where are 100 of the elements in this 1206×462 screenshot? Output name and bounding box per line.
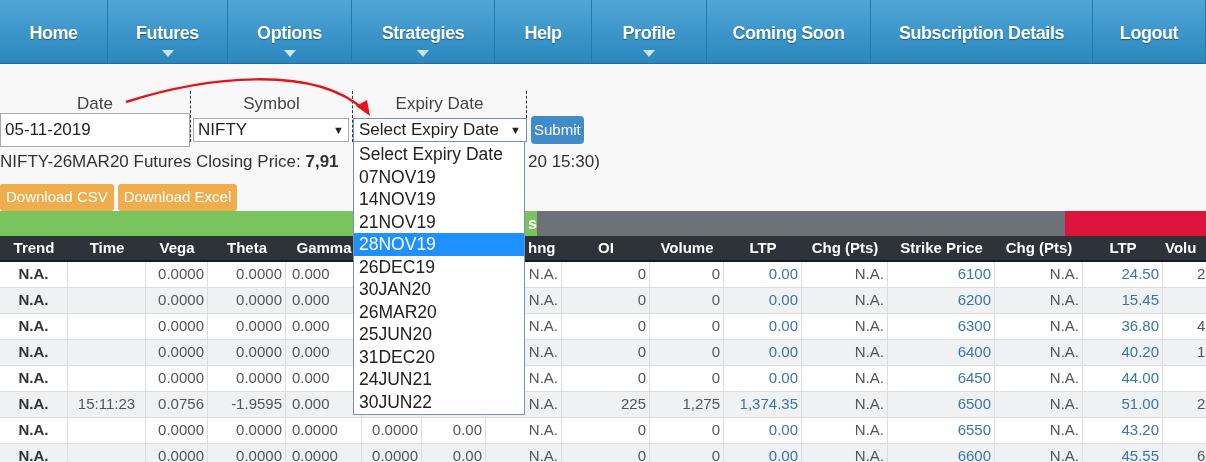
table-cell[interactable]: 6600 [891, 445, 991, 462]
dropdown-option[interactable]: Select Expiry Date [354, 143, 524, 166]
table-cell-text: N.A. [853, 316, 884, 337]
column-header: Gamma [296, 237, 352, 258]
table-cell-text: 0.0000 [235, 316, 282, 337]
table-cell[interactable]: 40.20 [1086, 341, 1159, 364]
table-cell-text: 0.0000 [157, 316, 204, 337]
table-cell-text: 0 [710, 290, 720, 311]
date-field[interactable]: 05-11-2019 [0, 113, 190, 147]
table-cell-text: N.A. [1048, 290, 1079, 311]
table-cell[interactable]: 6400 [891, 341, 991, 364]
table-cell-text: 0.0000 [292, 420, 339, 441]
dropdown-option[interactable]: 26DEC19 [354, 255, 524, 278]
table-cell-text: 0.0000 [157, 446, 204, 462]
table-cell[interactable]: 6200 [891, 289, 991, 312]
table-cell[interactable]: 51.00 [1086, 393, 1159, 416]
table-cell-text: N.A. [853, 446, 884, 462]
caret-icon [417, 50, 429, 57]
symbol-select[interactable]: NIFTY ▼ [193, 118, 349, 142]
table-cell-text: 0 [636, 290, 646, 311]
column-header: Vega [159, 237, 195, 258]
column-header: Chg (Pts) [1005, 237, 1073, 258]
table-cell-text: 0.000 [292, 290, 331, 311]
table-cell-text: 0.0000 [371, 420, 418, 441]
closing-price-text: NIFTY-26MAR20 Futures Closing Price: 7,91 [0, 152, 339, 171]
table-cell-text: 0 [710, 420, 720, 441]
table-cell[interactable]: 36.80 [1086, 315, 1159, 338]
table-cell[interactable]: 43.20 [1086, 419, 1159, 442]
table-cell-text: 0.000 [292, 368, 331, 389]
dropdown-option[interactable]: 30JUN22 [354, 390, 524, 413]
table-cell[interactable]: 1,374.35 [727, 393, 798, 416]
column-header: Volu [1165, 237, 1197, 258]
table-cell[interactable]: 15.45 [1086, 289, 1159, 312]
nav-item[interactable]: Futures [108, 0, 228, 63]
table-cell[interactable]: 6100 [891, 263, 991, 286]
column-header: hng [528, 237, 556, 258]
table-cell-text: 0 [710, 316, 720, 337]
caret-icon [643, 50, 655, 57]
submit-button[interactable]: Submit [531, 116, 584, 144]
nav-item[interactable]: Options [228, 0, 352, 63]
dropdown-option[interactable]: 24JUN21 [354, 368, 524, 391]
table-cell-text: 0.0000 [157, 368, 204, 389]
dropdown-option[interactable]: 14NOV19 [354, 188, 524, 211]
table-cell-text: N.A. [17, 316, 50, 337]
table-cell[interactable]: 0.00 [727, 341, 798, 364]
caret-icon [161, 50, 174, 57]
column-header: Volume [660, 237, 714, 258]
nav-item[interactable]: Coming Soon [707, 0, 871, 63]
table-cell[interactable]: 44.00 [1086, 367, 1159, 390]
table-cell-text: N.A. [1048, 394, 1079, 415]
dropdown-option[interactable]: 25JUN20 [354, 323, 524, 346]
table-cell[interactable]: 0.00 [727, 367, 798, 390]
table-cell-text: N.A. [853, 420, 884, 441]
field-label: Expiry Date [394, 93, 485, 113]
nav-item[interactable]: Logout [1093, 0, 1206, 63]
table-cell-text: 0.0000 [235, 368, 282, 389]
table-cell-text: 0.0756 [157, 394, 204, 415]
table-cell[interactable]: 0.00 [727, 263, 798, 286]
table-cell[interactable]: 0.00 [727, 315, 798, 338]
table-cell-text: N.A. [17, 446, 50, 462]
nav-item[interactable]: Strategies [352, 0, 495, 63]
table-cell-text: 0.0000 [157, 420, 204, 441]
dropdown-option[interactable]: 07NOV19 [354, 165, 524, 188]
dropdown-option[interactable]: 26MAR20 [354, 300, 524, 323]
nav-item[interactable]: Home [0, 0, 108, 63]
table-cell-text: 1 [1197, 342, 1206, 363]
column-header: Time [89, 237, 125, 258]
dropdown-option[interactable]: 28NOV19 [354, 233, 524, 256]
table-cell[interactable]: 0.00 [727, 419, 798, 442]
table-cell-text: 0.0000 [235, 264, 282, 285]
table-cell-text: 0 [636, 420, 646, 441]
column-header: Theta [227, 237, 267, 258]
table-cell-text: 0 [636, 316, 646, 337]
table-cell-text: N.A. [1048, 420, 1079, 441]
table-cell-text: 0.000 [292, 342, 331, 363]
nav-item[interactable]: Profile [592, 0, 707, 63]
table-cell[interactable]: 6300 [891, 315, 991, 338]
table-cell[interactable]: 24.50 [1086, 263, 1159, 286]
column-header: OI [598, 237, 614, 258]
table-cell[interactable]: 6450 [891, 367, 991, 390]
table-cell-text: N.A. [1048, 264, 1079, 285]
field-label: Date [76, 93, 114, 113]
table-cell-text: 2 [1197, 264, 1206, 285]
dropdown-option[interactable]: 30JAN20 [354, 278, 524, 301]
table-cell[interactable]: 6550 [891, 419, 991, 442]
table-cell[interactable]: 0.00 [727, 289, 798, 312]
table-cell-text: 0.0000 [235, 342, 282, 363]
expiry-select[interactable]: Select Expiry Date ▼ [353, 118, 527, 142]
table-cell-text: N.A. [853, 290, 884, 311]
table-cell[interactable]: 6500 [891, 393, 991, 416]
table-cell[interactable]: 45.55 [1086, 445, 1159, 462]
table-cell-text: 0.000 [292, 264, 331, 285]
dropdown-option[interactable]: 31DEC20 [354, 345, 524, 368]
nav-item[interactable]: Help [495, 0, 592, 63]
nav-item[interactable]: Subscription Details [871, 0, 1093, 63]
table-cell-text: 225 [619, 394, 646, 415]
closing-price-text: 20 15:30) [528, 151, 600, 173]
dropdown-option[interactable]: 21NOV19 [354, 210, 524, 233]
dropdown-arrow-icon: ▼ [333, 121, 344, 139]
table-cell[interactable]: 0.00 [727, 445, 798, 462]
